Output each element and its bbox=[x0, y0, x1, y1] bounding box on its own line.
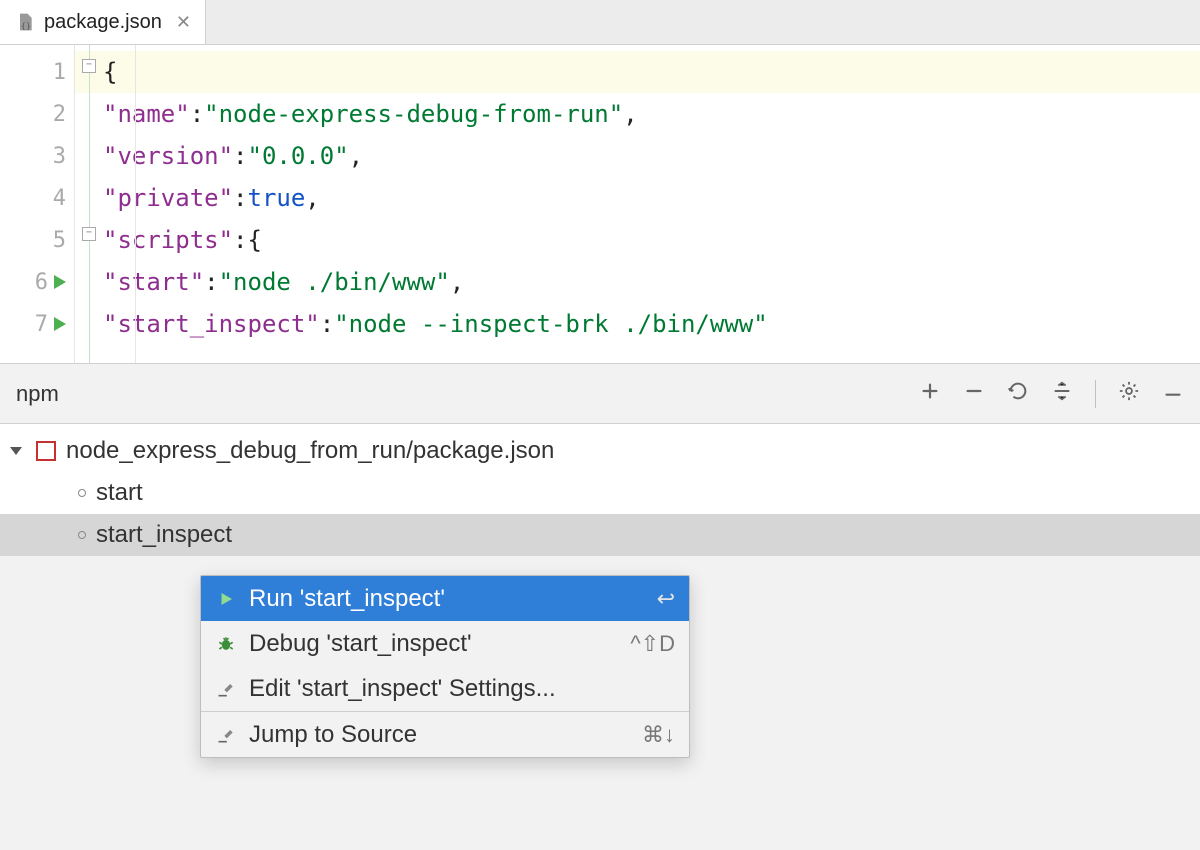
minimize-icon[interactable] bbox=[1162, 380, 1184, 408]
line-number: 2 bbox=[46, 102, 66, 127]
line-number: 3 bbox=[46, 144, 66, 169]
gear-icon[interactable] bbox=[1118, 380, 1140, 408]
fold-stripe: − − bbox=[75, 45, 103, 363]
script-item-start-inspect[interactable]: start_inspect bbox=[0, 514, 1200, 556]
menu-label: Debug 'start_inspect' bbox=[249, 630, 618, 658]
bullet-icon bbox=[78, 531, 86, 539]
json-file-icon: {} bbox=[14, 11, 36, 33]
code-line[interactable]: "scripts": { bbox=[75, 219, 1200, 261]
menu-shortcut: ^⇧D bbox=[630, 631, 675, 657]
script-label: start bbox=[96, 479, 143, 507]
npm-tool-window: npm node_expr bbox=[0, 363, 1200, 556]
code-line[interactable]: { bbox=[75, 51, 1200, 93]
line-number: 1 bbox=[46, 60, 66, 85]
refresh-icon[interactable] bbox=[1007, 380, 1029, 408]
file-tab-package-json[interactable]: {} package.json ✕ bbox=[0, 0, 206, 44]
code-line[interactable]: "version": "0.0.0", bbox=[75, 135, 1200, 177]
code-line[interactable]: "name": "node-express-debug-from-run", bbox=[75, 93, 1200, 135]
menu-label: Run 'start_inspect' bbox=[249, 585, 645, 613]
npm-tool-header: npm bbox=[0, 364, 1200, 424]
code-line[interactable]: "start": "node ./bin/www", bbox=[75, 261, 1200, 303]
context-menu: Run 'start_inspect' ↩ Debug 'start_inspe… bbox=[200, 575, 690, 758]
script-item-start[interactable]: start bbox=[0, 472, 1200, 514]
minus-icon[interactable] bbox=[963, 380, 985, 408]
code-line[interactable]: "start_inspect": "node --inspect-brk ./b… bbox=[75, 303, 1200, 345]
tree-root[interactable]: node_express_debug_from_run/package.json bbox=[0, 430, 1200, 472]
code-area[interactable]: − − { "name": "node-express-debug-from-r… bbox=[75, 45, 1200, 363]
menu-shortcut: ⌘↓ bbox=[642, 722, 675, 748]
menu-edit-settings[interactable]: Edit 'start_inspect' Settings... bbox=[201, 666, 689, 711]
tool-actions bbox=[919, 380, 1184, 408]
play-icon bbox=[215, 588, 237, 610]
code-line[interactable]: "private": true, bbox=[75, 177, 1200, 219]
line-number: 5 bbox=[46, 228, 66, 253]
menu-jump-to-source[interactable]: Jump to Source ⌘↓ bbox=[201, 712, 689, 757]
code-editor[interactable]: 1 2 3 4 5 6 7 − − { "name": "node-expres… bbox=[0, 45, 1200, 363]
bullet-icon bbox=[78, 489, 86, 497]
run-gutter-icon[interactable] bbox=[54, 317, 66, 331]
editor-tabbar: {} package.json ✕ bbox=[0, 0, 1200, 45]
npm-icon bbox=[36, 441, 56, 461]
tree-root-label: node_express_debug_from_run/package.json bbox=[66, 437, 554, 465]
run-gutter-icon[interactable] bbox=[54, 275, 66, 289]
script-label: start_inspect bbox=[96, 521, 232, 549]
line-number: 7 bbox=[28, 312, 48, 337]
expand-collapse-icon[interactable] bbox=[1051, 380, 1073, 408]
fold-toggle-icon[interactable]: − bbox=[82, 59, 96, 73]
menu-shortcut: ↩ bbox=[657, 586, 675, 612]
tab-title: package.json bbox=[44, 11, 162, 34]
npm-scripts-tree: node_express_debug_from_run/package.json… bbox=[0, 424, 1200, 556]
close-icon[interactable]: ✕ bbox=[176, 12, 191, 33]
tool-title: npm bbox=[16, 381, 59, 407]
separator bbox=[1095, 380, 1096, 408]
bug-icon bbox=[215, 633, 237, 655]
edit-icon bbox=[215, 724, 237, 746]
fold-toggle-icon[interactable]: − bbox=[82, 227, 96, 241]
menu-label: Edit 'start_inspect' Settings... bbox=[249, 675, 675, 703]
editor-gutter: 1 2 3 4 5 6 7 bbox=[0, 45, 75, 363]
svg-text:{}: {} bbox=[21, 21, 31, 31]
line-number: 4 bbox=[46, 186, 66, 211]
chevron-down-icon[interactable] bbox=[10, 447, 22, 455]
edit-icon bbox=[215, 678, 237, 700]
line-number: 6 bbox=[28, 270, 48, 295]
menu-debug[interactable]: Debug 'start_inspect' ^⇧D bbox=[201, 621, 689, 666]
add-icon[interactable] bbox=[919, 380, 941, 408]
menu-label: Jump to Source bbox=[249, 721, 630, 749]
menu-run[interactable]: Run 'start_inspect' ↩ bbox=[201, 576, 689, 621]
